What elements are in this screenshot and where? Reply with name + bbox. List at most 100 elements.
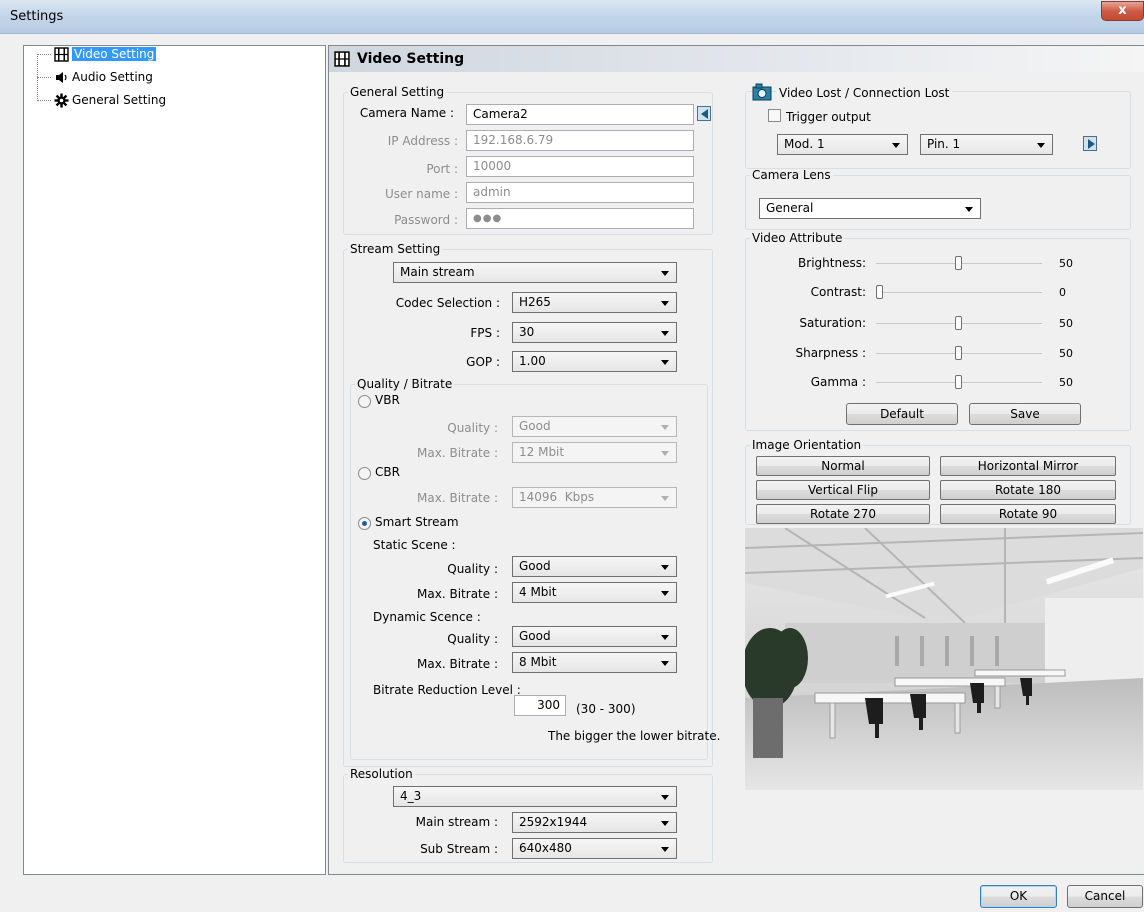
vbr-max-bitrate-label: Max. Bitrate :	[417, 446, 498, 460]
select-value: Pin. 1	[927, 137, 961, 151]
tree-item-general-setting[interactable]: General Setting	[52, 92, 169, 110]
close-button[interactable]: x	[1101, 1, 1144, 21]
bitrate-reduction-label: Bitrate Reduction Level :	[373, 683, 521, 697]
aspect-ratio-select[interactable]: 4_3	[393, 786, 677, 807]
pin-select[interactable]: Pin. 1	[920, 134, 1053, 155]
static-quality-select[interactable]: Good	[512, 556, 677, 577]
chevron-down-icon	[661, 360, 669, 365]
group-legend: Video Attribute	[752, 231, 843, 245]
default-button[interactable]: Default	[846, 403, 958, 425]
orientation-vertical-flip-button[interactable]: Vertical Flip	[756, 480, 930, 500]
camera-alarm-icon	[752, 83, 772, 101]
select-value: 1.00	[519, 354, 546, 368]
cbr-max-bitrate-select[interactable]: 14096 Kbps	[512, 487, 677, 508]
tree-item-label: Audio Setting	[72, 70, 153, 84]
sharpness-slider-thumb[interactable]	[955, 346, 962, 360]
main-stream-resolution-select[interactable]: 2592x1944	[512, 812, 677, 833]
select-value: 2592x1944	[519, 815, 588, 829]
cbr-label: CBR	[375, 465, 400, 479]
vbr-max-bitrate-select[interactable]: 12 Mbit	[512, 442, 677, 463]
cbr-radio[interactable]	[358, 467, 371, 480]
camera-name-field[interactable]: Camera2	[466, 104, 694, 125]
tree-item-audio-setting[interactable]: Audio Setting	[52, 69, 156, 87]
brightness-slider-thumb[interactable]	[955, 256, 962, 270]
camera-preview-image	[745, 528, 1143, 790]
chevron-down-icon	[661, 821, 669, 826]
port-field[interactable]: 10000	[466, 156, 694, 177]
dynamic-max-bitrate-label: Max. Bitrate :	[417, 657, 498, 671]
select-value: General	[766, 201, 814, 215]
save-button[interactable]: Save	[969, 403, 1081, 425]
trigger-output-checkbox[interactable]	[768, 109, 781, 122]
user-name-field[interactable]: admin	[466, 182, 694, 203]
bitrate-reduction-field[interactable]: 300	[514, 695, 566, 716]
chevron-down-icon	[661, 847, 669, 852]
video-lost-legend: Video Lost / Connection Lost	[776, 86, 953, 100]
select-value: H265	[519, 295, 551, 309]
orientation-rotate-180-button[interactable]: Rotate 180	[940, 480, 1116, 500]
dynamic-quality-select[interactable]: Good	[512, 626, 677, 647]
dynamic-scene-label: Dynamic Scence :	[373, 610, 481, 624]
orientation-rotate-90-button[interactable]: Rotate 90	[940, 504, 1116, 524]
dynamic-max-bitrate-select[interactable]: 8 Mbit	[512, 652, 677, 673]
chevron-down-icon	[661, 271, 669, 276]
arrow-right-icon[interactable]	[1083, 136, 1097, 151]
orientation-rotate-270-button[interactable]: Rotate 270	[756, 504, 930, 524]
vbr-quality-select[interactable]: Good	[512, 416, 677, 437]
fps-select[interactable]: 30	[512, 322, 677, 343]
ok-button[interactable]: OK	[980, 885, 1057, 908]
trigger-output-label: Trigger output	[786, 110, 871, 124]
chevron-down-icon	[1037, 143, 1045, 148]
contrast-slider-thumb[interactable]	[876, 285, 883, 299]
select-value: 14096 Kbps	[519, 490, 595, 504]
cancel-button[interactable]: Cancel	[1067, 885, 1143, 908]
gop-select[interactable]: 1.00	[512, 351, 677, 372]
sub-stream-resolution-select[interactable]: 640x480	[512, 838, 677, 859]
smart-stream-radio[interactable]	[358, 517, 371, 530]
gear-icon	[54, 93, 69, 108]
orientation-normal-button[interactable]: Normal	[756, 456, 930, 476]
panel-title: Video Setting	[357, 51, 465, 67]
password-label: Password :	[394, 213, 458, 227]
group-legend: Resolution	[350, 767, 413, 781]
user-name-label: User name :	[384, 187, 458, 201]
main-stream-resolution-label: Main stream :	[415, 815, 498, 829]
group-legend: Image Orientation	[752, 438, 862, 452]
vbr-quality-label: Quality :	[447, 421, 498, 435]
group-legend: Camera Lens	[752, 168, 831, 182]
static-max-bitrate-select[interactable]: 4 Mbit	[512, 582, 677, 603]
codec-select[interactable]: H265	[512, 292, 677, 313]
panel-header: Video Setting	[329, 46, 1144, 72]
tree-item-label: General Setting	[72, 93, 167, 107]
select-value: 640x480	[519, 841, 572, 855]
chevron-down-icon	[661, 301, 669, 306]
brightness-label: Brightness:	[798, 256, 866, 270]
select-value: 4 Mbit	[519, 585, 557, 599]
bitrate-reduction-hint: The bigger the lower bitrate.	[548, 729, 721, 743]
stream-type-select[interactable]: Main stream	[393, 262, 677, 283]
gamma-value: 50	[1059, 376, 1073, 389]
tree-item-video-setting[interactable]: Video Setting	[52, 46, 159, 64]
orientation-horizontal-mirror-button[interactable]: Horizontal Mirror	[940, 456, 1116, 476]
group-legend: Quality / Bitrate	[357, 377, 453, 391]
chevron-down-icon	[661, 565, 669, 570]
settings-tree: Video Setting Audio Setting General Sett…	[23, 45, 326, 875]
password-field[interactable]: ●●●	[466, 208, 694, 229]
contrast-value: 0	[1059, 286, 1066, 299]
saturation-slider-thumb[interactable]	[955, 316, 962, 330]
ip-address-field[interactable]: 192.168.6.79	[466, 130, 694, 151]
camera-lens-select[interactable]: General	[759, 198, 981, 219]
module-select[interactable]: Mod. 1	[777, 134, 908, 155]
window-title: Settings	[10, 9, 64, 24]
gamma-slider-thumb[interactable]	[955, 375, 962, 389]
brightness-value: 50	[1059, 257, 1073, 270]
chevron-down-icon	[661, 451, 669, 456]
vbr-radio[interactable]	[358, 395, 371, 408]
chevron-down-icon	[661, 425, 669, 430]
select-value: 12 Mbit	[519, 445, 565, 459]
vbr-label: VBR	[375, 393, 400, 407]
arrow-left-icon[interactable]	[697, 106, 711, 121]
film-icon	[54, 47, 69, 62]
saturation-label: Saturation:	[799, 316, 866, 330]
tree-connector	[37, 54, 51, 55]
